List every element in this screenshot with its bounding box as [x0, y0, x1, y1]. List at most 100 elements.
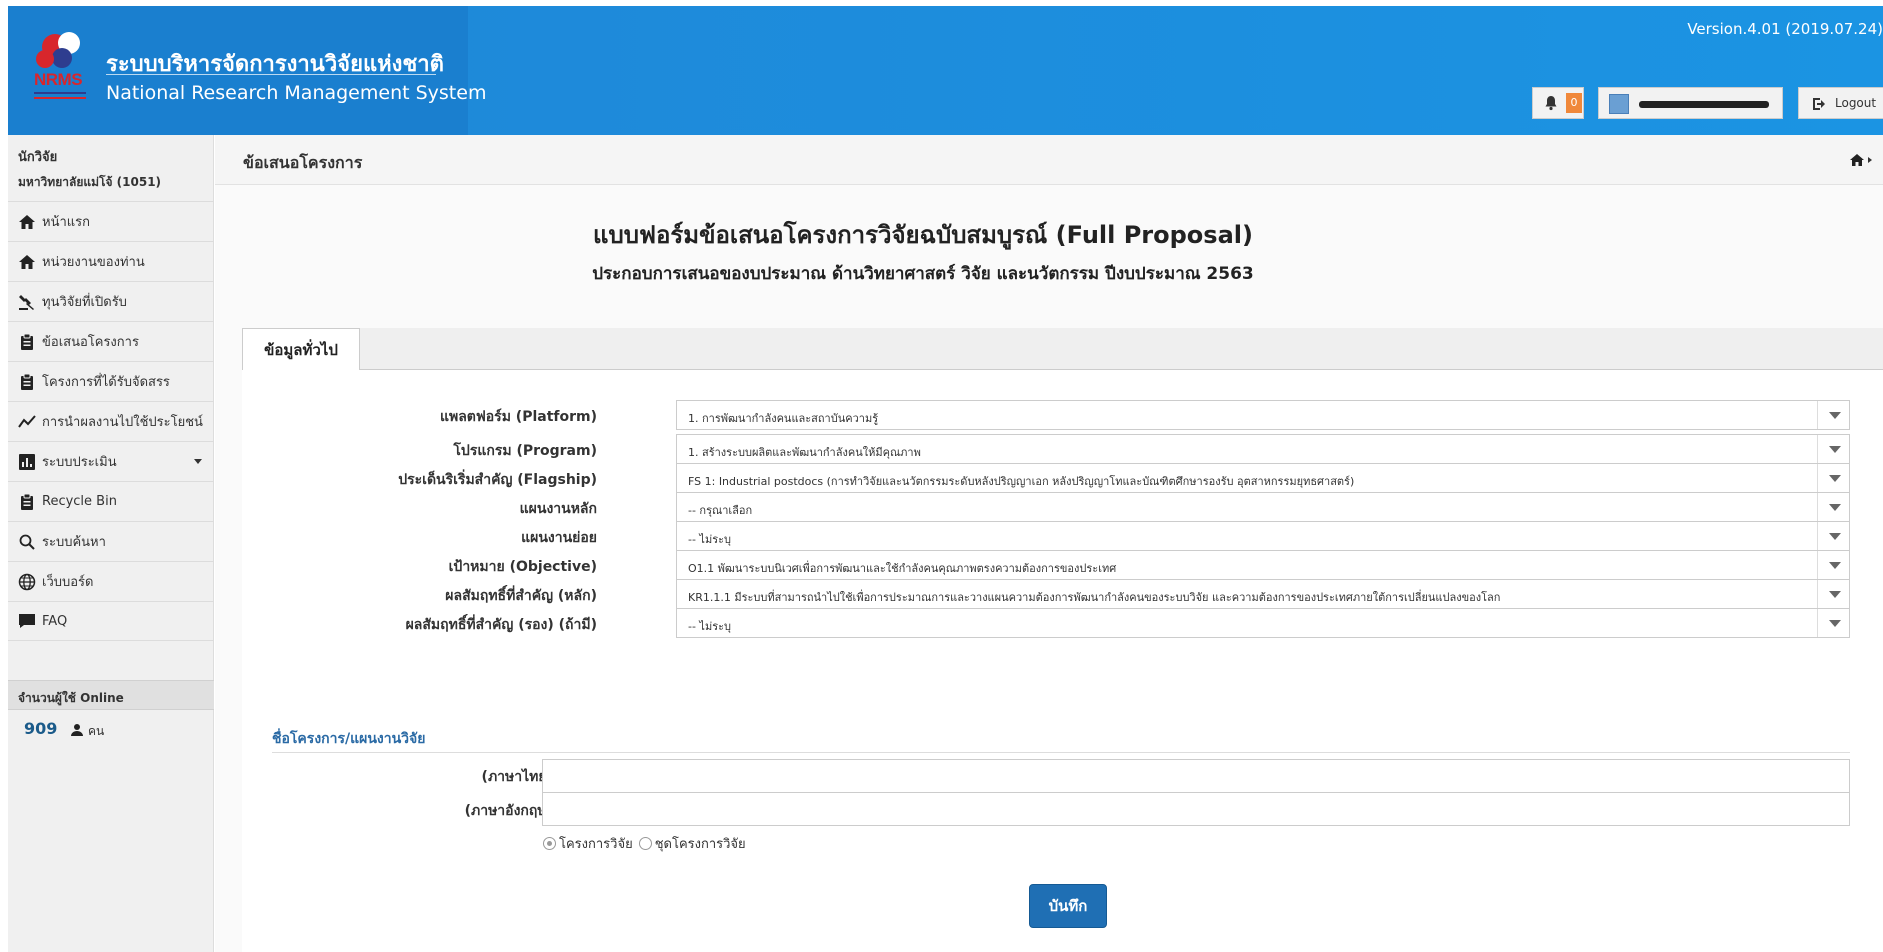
select-value: FS 1: Industrial postdocs (การทำวิจัยและ…	[688, 475, 1355, 488]
sidebar-item-label: เว็บบอร์ด	[42, 575, 94, 590]
field-key-result-main: ผลสัมฤทธิ์ที่สำคัญ (หลัก) KR1.1.1 มีระบบ…	[242, 579, 1883, 609]
field-label: ผลสัมฤทธิ์ที่สำคัญ (รอง) (ถ้ามี)	[405, 617, 597, 633]
program-select[interactable]: 1. สร้างระบบผลิตและพัฒนากำลังคนให้มีคุณภ…	[676, 434, 1850, 464]
select-value: -- ไม่ระบุ	[688, 533, 732, 546]
user-menu-button[interactable]	[1598, 87, 1783, 119]
field-label: แพลตฟอร์ม (Platform)	[439, 409, 597, 425]
field-program: โปรแกรม (Program) 1. สร้างระบบผลิตและพัฒ…	[242, 434, 1883, 464]
user-name-redacted	[1639, 101, 1769, 108]
select-value: O1.1 พัฒนาระบบนิเวศเพื่อการพัฒนาและใช้กำ…	[688, 562, 1117, 575]
sidebar-item-label: ระบบประเมิน	[42, 455, 117, 470]
sidebar-item-evaluation[interactable]: ระบบประเมิน	[8, 441, 214, 481]
key-result-secondary-select[interactable]: -- ไม่ระบุ	[676, 608, 1850, 638]
field-flagship: ประเด็นริเริ่มสำคัญ (Flagship) FS 1: Ind…	[242, 463, 1883, 493]
notification-count-badge: 0	[1566, 93, 1582, 113]
notification-button[interactable]: 0	[1532, 87, 1584, 119]
sidebar-item-open-grants[interactable]: ทุนวิจัยที่เปิดรับ	[8, 281, 214, 321]
tab-general-info[interactable]: ข้อมูลทั่วไป	[242, 328, 360, 371]
online-users-count: 909	[24, 719, 58, 738]
radio-research-project[interactable]	[543, 837, 556, 850]
sidebar-item-recycle-bin[interactable]: Recycle Bin	[8, 481, 214, 521]
dropdown-arrow-icon	[1817, 464, 1849, 492]
nrms-logo: NRMS	[34, 30, 98, 120]
user-avatar	[1609, 94, 1629, 114]
logout-button[interactable]: Logout	[1798, 87, 1883, 119]
sidebar: นักวิจัย มหาวิทยาลัยแม่โจ้ (1051) หน้าแร…	[8, 135, 214, 952]
sidebar-item-utilization[interactable]: การนำผลงานไปใช้ประโยชน์	[8, 401, 214, 441]
user-icon	[71, 724, 83, 736]
clipboard-icon	[21, 333, 33, 350]
select-value: -- กรุณาเลือก	[688, 504, 753, 517]
sidebar-item-label: หน่วยงานของท่าน	[42, 255, 145, 270]
project-name-english-label: (ภาษาอังกฤษ)	[464, 803, 553, 819]
flagship-select[interactable]: FS 1: Industrial postdocs (การทำวิจัยและ…	[676, 463, 1850, 493]
main-content: ข้อเสนอโครงการ แบบฟอร์มข้อเสนอโครงการวิจ…	[215, 135, 1883, 952]
version-label: Version.4.01 (2019.07.24)	[1687, 20, 1883, 38]
field-sub-plan: แผนงานย่อย -- ไม่ระบุ	[242, 521, 1883, 551]
sidebar-item-search[interactable]: ระบบค้นหา	[8, 521, 214, 561]
dropdown-arrow-icon	[1817, 580, 1849, 608]
user-role: นักวิจัย	[18, 150, 58, 165]
page-header: ข้อเสนอโครงการ	[215, 135, 1883, 185]
top-header: NRMS ระบบบริหารจัดการงานวิจัยแห่งชาติ Na…	[8, 6, 1883, 135]
key-result-main-select[interactable]: KR1.1.1 มีระบบที่สามารถนำไปใช้เพื่อการปร…	[676, 579, 1850, 609]
search-icon	[19, 534, 35, 550]
page-title: ข้อเสนอโครงการ	[243, 153, 363, 172]
sidebar-item-label: ระบบค้นหา	[42, 535, 106, 550]
field-label: โปรแกรม (Program)	[453, 443, 597, 459]
dropdown-arrow-icon	[1817, 551, 1849, 579]
field-main-plan: แผนงานหลัก -- กรุณาเลือก	[242, 492, 1883, 522]
tab-bar: ข้อมูลทั่วไป	[242, 328, 1883, 371]
project-name-thai-input[interactable]	[542, 759, 1850, 793]
field-label: ผลสัมฤทธิ์ที่สำคัญ (หลัก)	[445, 588, 597, 604]
sidebar-item-my-unit[interactable]: หน่วยงานของท่าน	[8, 241, 214, 281]
radio-label: ชุดโครงการวิจัย	[654, 837, 746, 852]
sidebar-item-proposals[interactable]: ข้อเสนอโครงการ	[8, 321, 214, 361]
select-value: KR1.1.1 มีระบบที่สามารถนำไปใช้เพื่อการปร…	[688, 591, 1501, 604]
field-objective: เป้าหมาย (Objective) O1.1 พัฒนาระบบนิเวศ…	[242, 550, 1883, 580]
field-label: ประเด็นริเริ่มสำคัญ (Flagship)	[398, 472, 597, 488]
app-title-english: National Research Management System	[106, 82, 487, 104]
form-subtitle: ประกอบการเสนอของบประมาณ ด้านวิทยาศาสตร์ …	[592, 264, 1254, 284]
sidebar-item-label: ทุนวิจัยที่เปิดรับ	[42, 295, 127, 310]
app-title-thai: ระบบบริหารจัดการงานวิจัยแห่งชาติ	[106, 52, 444, 77]
breadcrumb-home-icon[interactable]	[1850, 153, 1864, 167]
globe-icon	[18, 573, 36, 590]
project-type-radio-group: โครงการวิจัย ชุดโครงการวิจัย	[543, 833, 752, 854]
form-title: แบบฟอร์มข้อเสนอโครงการวิจัยฉบับสมบูรณ์ (…	[593, 221, 1253, 249]
sidebar-item-label: หน้าแรก	[42, 215, 90, 230]
dropdown-arrow-icon	[1817, 401, 1849, 429]
sidebar-item-label: ข้อเสนอโครงการ	[42, 335, 139, 350]
main-plan-select[interactable]: -- กรุณาเลือก	[676, 492, 1850, 522]
sub-plan-select[interactable]: -- ไม่ระบุ	[676, 521, 1850, 551]
field-platform: แพลตฟอร์ม (Platform) 1. การพัฒนากำลังคนแ…	[242, 400, 1883, 430]
field-label: แผนงานหลัก	[519, 501, 597, 517]
sidebar-menu: หน้าแรก หน่วยงานของท่าน ทุนวิจัยที่เปิดร…	[8, 201, 214, 641]
trend-line-icon	[18, 414, 36, 428]
select-value: 1. สร้างระบบผลิตและพัฒนากำลังคนให้มีคุณภ…	[688, 446, 921, 459]
clipboard-icon	[21, 493, 33, 510]
field-key-result-secondary: ผลสัมฤทธิ์ที่สำคัญ (รอง) (ถ้ามี) -- ไม่ร…	[242, 608, 1883, 638]
logo-area[interactable]: NRMS ระบบบริหารจัดการงานวิจัยแห่งชาติ Na…	[8, 6, 486, 135]
save-button[interactable]: บันทึก	[1029, 884, 1107, 928]
objective-select[interactable]: O1.1 พัฒนาระบบนิเวศเพื่อการพัฒนาและใช้กำ…	[676, 550, 1850, 580]
gavel-icon	[19, 294, 34, 310]
sidebar-item-webboard[interactable]: เว็บบอร์ด	[8, 561, 214, 601]
project-name-english-input[interactable]	[542, 792, 1850, 826]
bar-chart-icon	[19, 453, 35, 470]
platform-select[interactable]: 1. การพัฒนากำลังคนและสถาบันความรู้	[676, 400, 1850, 430]
sidebar-item-label: Recycle Bin	[42, 494, 117, 509]
select-value: -- ไม่ระบุ	[688, 620, 732, 633]
user-organization: มหาวิทยาลัยแม่โจ้ (1051)	[18, 175, 162, 189]
select-value: 1. การพัฒนากำลังคนและสถาบันความรู้	[688, 412, 879, 425]
sidebar-item-funded-projects[interactable]: โครงการที่ได้รับจัดสรร	[8, 361, 214, 401]
section-divider	[272, 752, 1850, 753]
field-label: แผนงานย่อย	[521, 530, 597, 546]
logout-label: Logout	[1835, 96, 1877, 110]
sidebar-item-home[interactable]: หน้าแรก	[8, 201, 214, 241]
sidebar-item-label: FAQ	[42, 613, 68, 629]
sidebar-item-faq[interactable]: FAQ	[8, 601, 214, 641]
radio-research-program[interactable]	[638, 837, 652, 850]
section-title-project-name: ชื่อโครงการ/แผนงานวิจัย	[272, 731, 426, 747]
form-panel: แพลตฟอร์ม (Platform) 1. การพัฒนากำลังคนแ…	[242, 370, 1883, 952]
